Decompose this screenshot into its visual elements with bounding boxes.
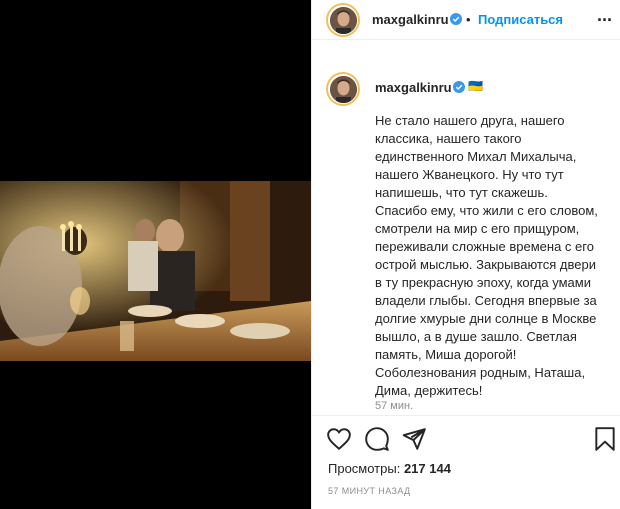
caption-text: Не стало нашего друга, нашего классика, … [375,112,615,400]
verified-badge-icon [450,13,462,25]
caption-line: вышло, а в душе зашло. Светлая [375,329,577,344]
caption-line: Дима, держитесь! [375,383,483,398]
avatar-image [329,75,357,103]
caption-line: напишешь, что тут скажешь. [375,185,548,200]
verified-badge-icon [453,81,465,93]
caption-avatar[interactable] [326,72,360,106]
caption-emoji: 🇺🇦 [468,79,484,93]
caption-line: единственного Михал Михалыча, [375,149,577,164]
caption-line: нашего Жванецкого. Ну что тут [375,167,564,182]
post-media[interactable] [0,0,311,509]
follow-button[interactable]: Подписаться [478,12,563,27]
more-options-icon[interactable]: ··· [597,10,613,31]
post-header: maxgalkinru • Подписаться ··· [312,0,620,40]
caption-line: долгие хмурые дни солнце в Москве [375,311,597,326]
caption-timestamp[interactable]: 57 мин. [375,400,413,412]
post-video-frame[interactable] [0,181,311,361]
post-side-panel: maxgalkinru • Подписаться ··· maxgalkinr… [311,0,620,509]
username-link[interactable]: maxgalkinru [372,12,449,27]
post-actions-section: Просмотры: 217 144 57 МИНУТ НАЗАД [312,415,620,509]
avatar-image [329,6,357,34]
views-count: 217 144 [403,461,451,476]
dinner-scene-image [0,181,311,361]
separator-dot: • [466,12,471,27]
comment-icon[interactable] [364,426,390,452]
caption-line: Соболезнования родным, Наташа, [375,365,586,380]
avatar[interactable] [326,3,360,37]
post-timestamp[interactable]: 57 МИНУТ НАЗАД [328,486,411,496]
views-counter[interactable]: Просмотры: 217 144 [328,461,451,476]
caption-line: острой мыслью. Закрываются двери [375,257,596,272]
caption-line: владели глыбы. Сегодня впервые за [375,293,597,308]
caption-line: Не стало нашего друга, нашего [375,113,565,128]
share-icon[interactable] [401,426,427,452]
caption-line: классика, нашего такого [375,131,522,146]
views-label: Просмотры: [328,461,401,476]
caption-line: память, Миша дорогой! [375,347,517,362]
caption-line: переживали сложные времена с его [375,239,594,254]
caption-username-link[interactable]: maxgalkinru [375,80,452,95]
caption-line: смотрели на мир с его прищуром, [375,221,580,236]
caption-line: Спасибо ему, что жили с его словом, [375,203,598,218]
heart-icon[interactable] [326,426,352,452]
bookmark-icon[interactable] [592,426,618,452]
caption-line: в ту прекрасную эпоху, когда умами [375,275,591,290]
